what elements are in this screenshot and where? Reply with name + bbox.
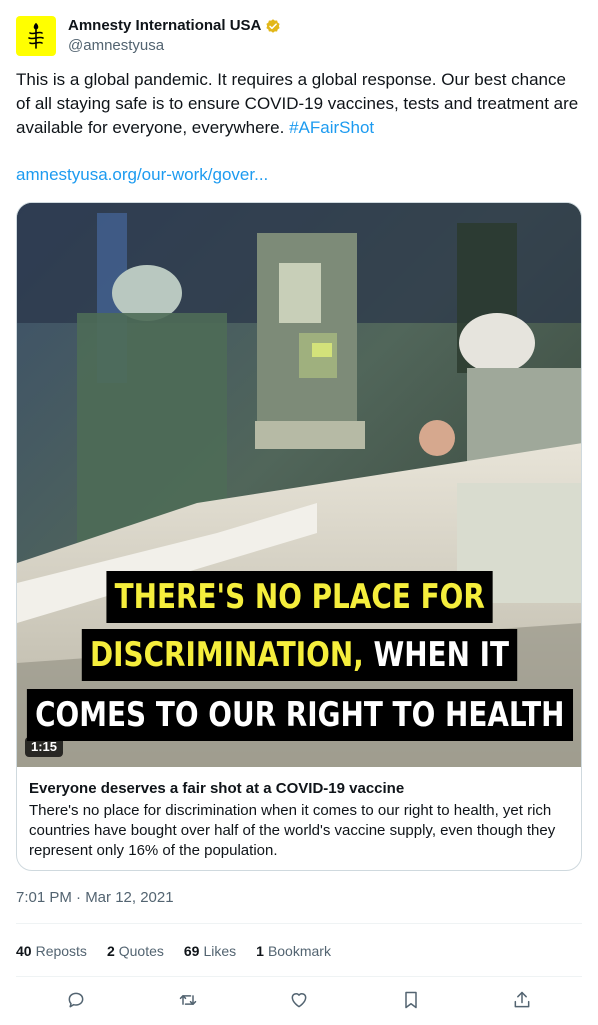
video-duration: 1:15: [25, 737, 64, 757]
bookmarks-count: 1: [256, 943, 264, 959]
reply-button[interactable]: [64, 988, 88, 1012]
hospital-video-still: [17, 203, 581, 767]
quotes-label: Quotes: [118, 943, 164, 959]
timestamp[interactable]: 7:01 PM · Mar 12, 2021: [16, 888, 174, 908]
likes-count: 69: [183, 943, 200, 959]
amnesty-candle-logo-icon: [28, 22, 44, 49]
avatar[interactable]: [16, 16, 56, 56]
like-button[interactable]: [287, 988, 311, 1012]
caption-text: THERE'S NO PLACE FOR: [106, 571, 494, 623]
tweet: Amnesty International USA @amnestyusa Th…: [0, 0, 598, 1025]
reposts-count: 40: [16, 943, 32, 959]
caption-text: COMES TO OUR RIGHT TO HEALTH: [27, 689, 573, 741]
repost-button[interactable]: [176, 988, 200, 1012]
quotes-count: 2: [106, 943, 115, 959]
caption-highlight: DISCRIMINATION,: [90, 635, 365, 675]
divider: [16, 976, 582, 977]
display-name[interactable]: Amnesty International USA: [68, 16, 261, 36]
tweet-text: This is a global pandemic. It requires a…: [16, 68, 582, 140]
bookmark-icon: [404, 991, 417, 1009]
video-caption-line3: COMES TO OUR RIGHT TO HEALTH: [17, 689, 581, 741]
hashtag-link[interactable]: #AFairShot: [289, 118, 374, 137]
card-title: Everyone deserves a fair shot at a COVID…: [29, 780, 405, 797]
handle[interactable]: @amnestyusa: [68, 36, 282, 56]
caption-text: DISCRIMINATION, WHEN IT: [82, 629, 518, 681]
card-info[interactable]: Everyone deserves a fair shot at a COVID…: [17, 767, 581, 870]
reposts-label: Reposts: [35, 943, 87, 959]
link-card[interactable]: THERE'S NO PLACE FOR DISCRIMINATION, WHE…: [16, 202, 582, 871]
share-icon: [514, 991, 530, 1008]
reply-icon: [68, 992, 84, 1008]
likes-label: Likes: [203, 943, 237, 959]
caption-plain: WHEN IT: [364, 635, 510, 675]
quotes-stat[interactable]: 2 Quotes: [107, 941, 164, 961]
bookmarks-stat[interactable]: 1 Bookmark: [256, 941, 331, 961]
action-bar: [16, 988, 582, 1012]
divider: [16, 923, 582, 924]
video-player[interactable]: THERE'S NO PLACE FOR DISCRIMINATION, WHE…: [17, 203, 581, 767]
tweet-header: Amnesty International USA @amnestyusa: [16, 0, 582, 60]
video-caption-line2: DISCRIMINATION, WHEN IT: [17, 629, 581, 681]
account-names: Amnesty International USA @amnestyusa: [68, 16, 282, 56]
engagement-stats: 40 Reposts 2 Quotes 69 Likes 1 Bookmark: [16, 941, 351, 961]
verified-badge-icon[interactable]: [264, 17, 282, 35]
video-caption-line1: THERE'S NO PLACE FOR: [17, 571, 581, 623]
bookmark-button[interactable]: [399, 988, 423, 1012]
like-icon: [291, 993, 307, 1008]
repost-icon: [179, 995, 196, 1005]
likes-stat[interactable]: 69 Likes: [184, 941, 236, 961]
card-description: There's no place for discrimination when…: [29, 802, 556, 859]
share-button[interactable]: [510, 988, 534, 1012]
url-link[interactable]: amnestyusa.org/our-work/gover...: [16, 163, 268, 187]
bookmarks-label: Bookmark: [267, 943, 331, 959]
reposts-stat[interactable]: 40 Reposts: [16, 941, 87, 961]
